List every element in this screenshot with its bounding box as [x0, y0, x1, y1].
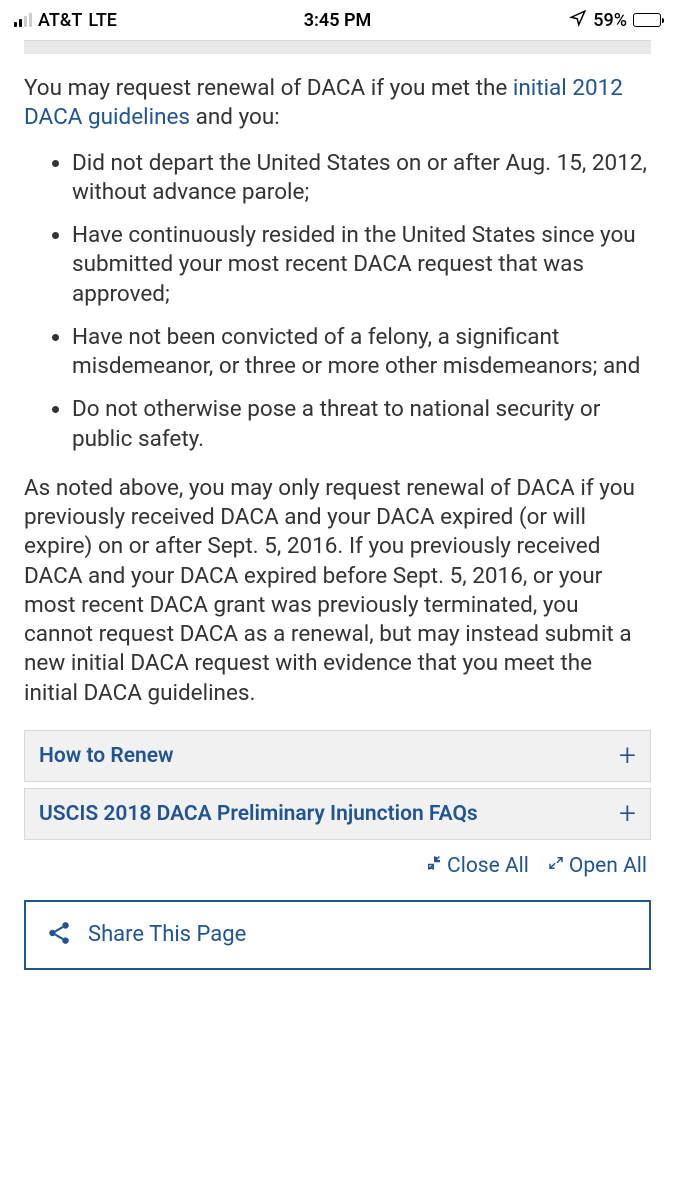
signal-icon	[14, 13, 32, 27]
battery-icon	[633, 13, 661, 27]
collapsed-header-strip[interactable]	[24, 40, 651, 54]
page-content: You may request renewal of DACA if you m…	[0, 40, 675, 970]
share-label: Share This Page	[88, 922, 246, 947]
network-label: LTE	[88, 10, 117, 31]
accordion-title: USCIS 2018 DACA Preliminary Injunction F…	[39, 802, 478, 826]
expand-icon: +	[619, 799, 636, 829]
accordion-title: How to Renew	[39, 744, 174, 768]
list-item: Did not depart the United States on or a…	[72, 149, 651, 208]
accordion-how-to-renew[interactable]: How to Renew +	[24, 730, 651, 782]
list-item: Have continuously resided in the United …	[72, 221, 651, 309]
location-icon	[569, 9, 587, 32]
list-item: Have not been convicted of a felony, a s…	[72, 323, 651, 382]
share-icon	[46, 920, 72, 950]
status-right: 59%	[569, 9, 661, 32]
close-all-label: Close All	[447, 854, 529, 878]
expand-icon: +	[619, 741, 636, 771]
note-paragraph: As noted above, you may only request ren…	[24, 474, 651, 708]
battery-percent: 59%	[593, 10, 627, 31]
accordion-faqs[interactable]: USCIS 2018 DACA Preliminary Injunction F…	[24, 788, 651, 840]
carrier-label: AT&T	[38, 10, 82, 31]
share-panel[interactable]: Share This Page	[24, 900, 651, 970]
open-all-button[interactable]: Open All	[547, 854, 647, 878]
intro-suffix: and you:	[190, 104, 280, 130]
criteria-list: Did not depart the United States on or a…	[24, 149, 651, 454]
accordion-toggle-row: Close All Open All	[24, 846, 651, 894]
open-all-label: Open All	[569, 854, 647, 878]
intro-prefix: You may request renewal of DACA if you m…	[24, 75, 513, 101]
intro-paragraph: You may request renewal of DACA if you m…	[24, 74, 651, 133]
status-left: AT&T LTE	[14, 10, 117, 31]
close-all-button[interactable]: Close All	[425, 854, 529, 878]
collapse-icon	[425, 854, 443, 878]
clock: 3:45 PM	[304, 10, 372, 31]
list-item: Do not otherwise pose a threat to nation…	[72, 395, 651, 454]
expand-icon	[547, 854, 565, 878]
status-bar: AT&T LTE 3:45 PM 59%	[0, 0, 675, 40]
